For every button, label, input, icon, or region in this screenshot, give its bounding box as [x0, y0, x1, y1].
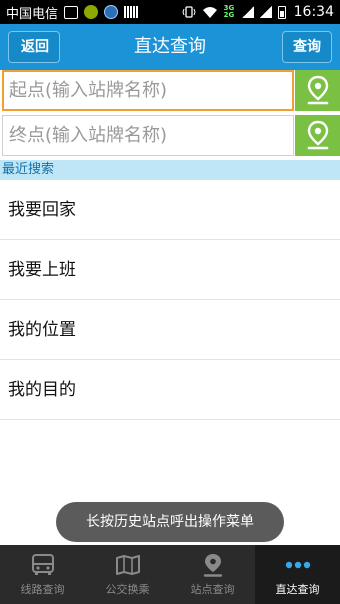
tab-label: 线路查询	[20, 583, 65, 596]
query-button[interactable]: 查询	[282, 31, 332, 63]
location-pin-icon	[203, 554, 222, 577]
signal-icon	[259, 6, 272, 18]
start-row: 起点(输入站牌名称)	[0, 70, 340, 111]
barcode-notification-icon	[124, 6, 139, 18]
query-button-label: 查询	[293, 39, 321, 55]
battery-icon	[277, 5, 286, 19]
list-item[interactable]: 我的位置	[0, 300, 340, 360]
locate-start-button[interactable]	[295, 70, 340, 111]
recent-searches-list: 我要回家 我要上班 我的位置 我的目的	[0, 180, 340, 420]
app-notification-icon	[84, 5, 99, 19]
tab-label: 站点查询	[190, 583, 235, 596]
list-item[interactable]: 我要上班	[0, 240, 340, 300]
tab-route-query[interactable]: 线路查询	[0, 545, 85, 604]
signal-icon	[241, 6, 254, 18]
carrier-label: 中国电信	[6, 6, 59, 22]
tab-label: 公交换乘	[105, 583, 150, 596]
end-row: 终点(输入站牌名称)	[0, 115, 340, 156]
map-icon	[115, 555, 140, 575]
bus-icon	[31, 554, 54, 575]
end-input[interactable]: 终点(输入站牌名称)	[2, 115, 294, 156]
clock: 16:34	[293, 4, 334, 20]
more-dots-icon	[285, 561, 310, 569]
globe-notification-icon	[104, 5, 119, 19]
back-button-label: 返回	[21, 39, 49, 55]
title-bar: 直达查询 返回 查询	[0, 24, 340, 70]
tab-station-query[interactable]: 站点查询	[170, 545, 255, 604]
status-bar: 中国电信 3G 2G 16:34	[0, 0, 340, 24]
tab-transfer[interactable]: 公交换乘	[85, 545, 170, 604]
list-item[interactable]: 我的目的	[0, 360, 340, 420]
location-pin-icon	[307, 75, 328, 104]
bottom-tab-bar: 线路查询 公交换乘 站点查询 直达查询	[0, 545, 340, 604]
vibrate-icon	[182, 6, 196, 18]
locate-end-button[interactable]	[295, 115, 340, 156]
app-screen: 中国电信 3G 2G 16:34 直达查询 返回 查询 起点(输入站牌名称) 终…	[0, 0, 340, 604]
back-button[interactable]: 返回	[8, 31, 60, 63]
image-notification-icon	[64, 5, 79, 19]
network-type-label: 3G 2G	[223, 4, 235, 19]
tab-label: 直达查询	[275, 583, 320, 596]
list-item[interactable]: 我要回家	[0, 180, 340, 240]
start-input[interactable]: 起点(输入站牌名称)	[2, 70, 294, 111]
recent-searches-heading: 最近搜索	[0, 160, 340, 180]
toast-message: 长按历史站点呼出操作菜单	[56, 502, 284, 542]
wifi-icon	[202, 6, 217, 18]
tab-direct-query[interactable]: 直达查询	[255, 545, 340, 604]
location-pin-icon	[307, 120, 328, 149]
